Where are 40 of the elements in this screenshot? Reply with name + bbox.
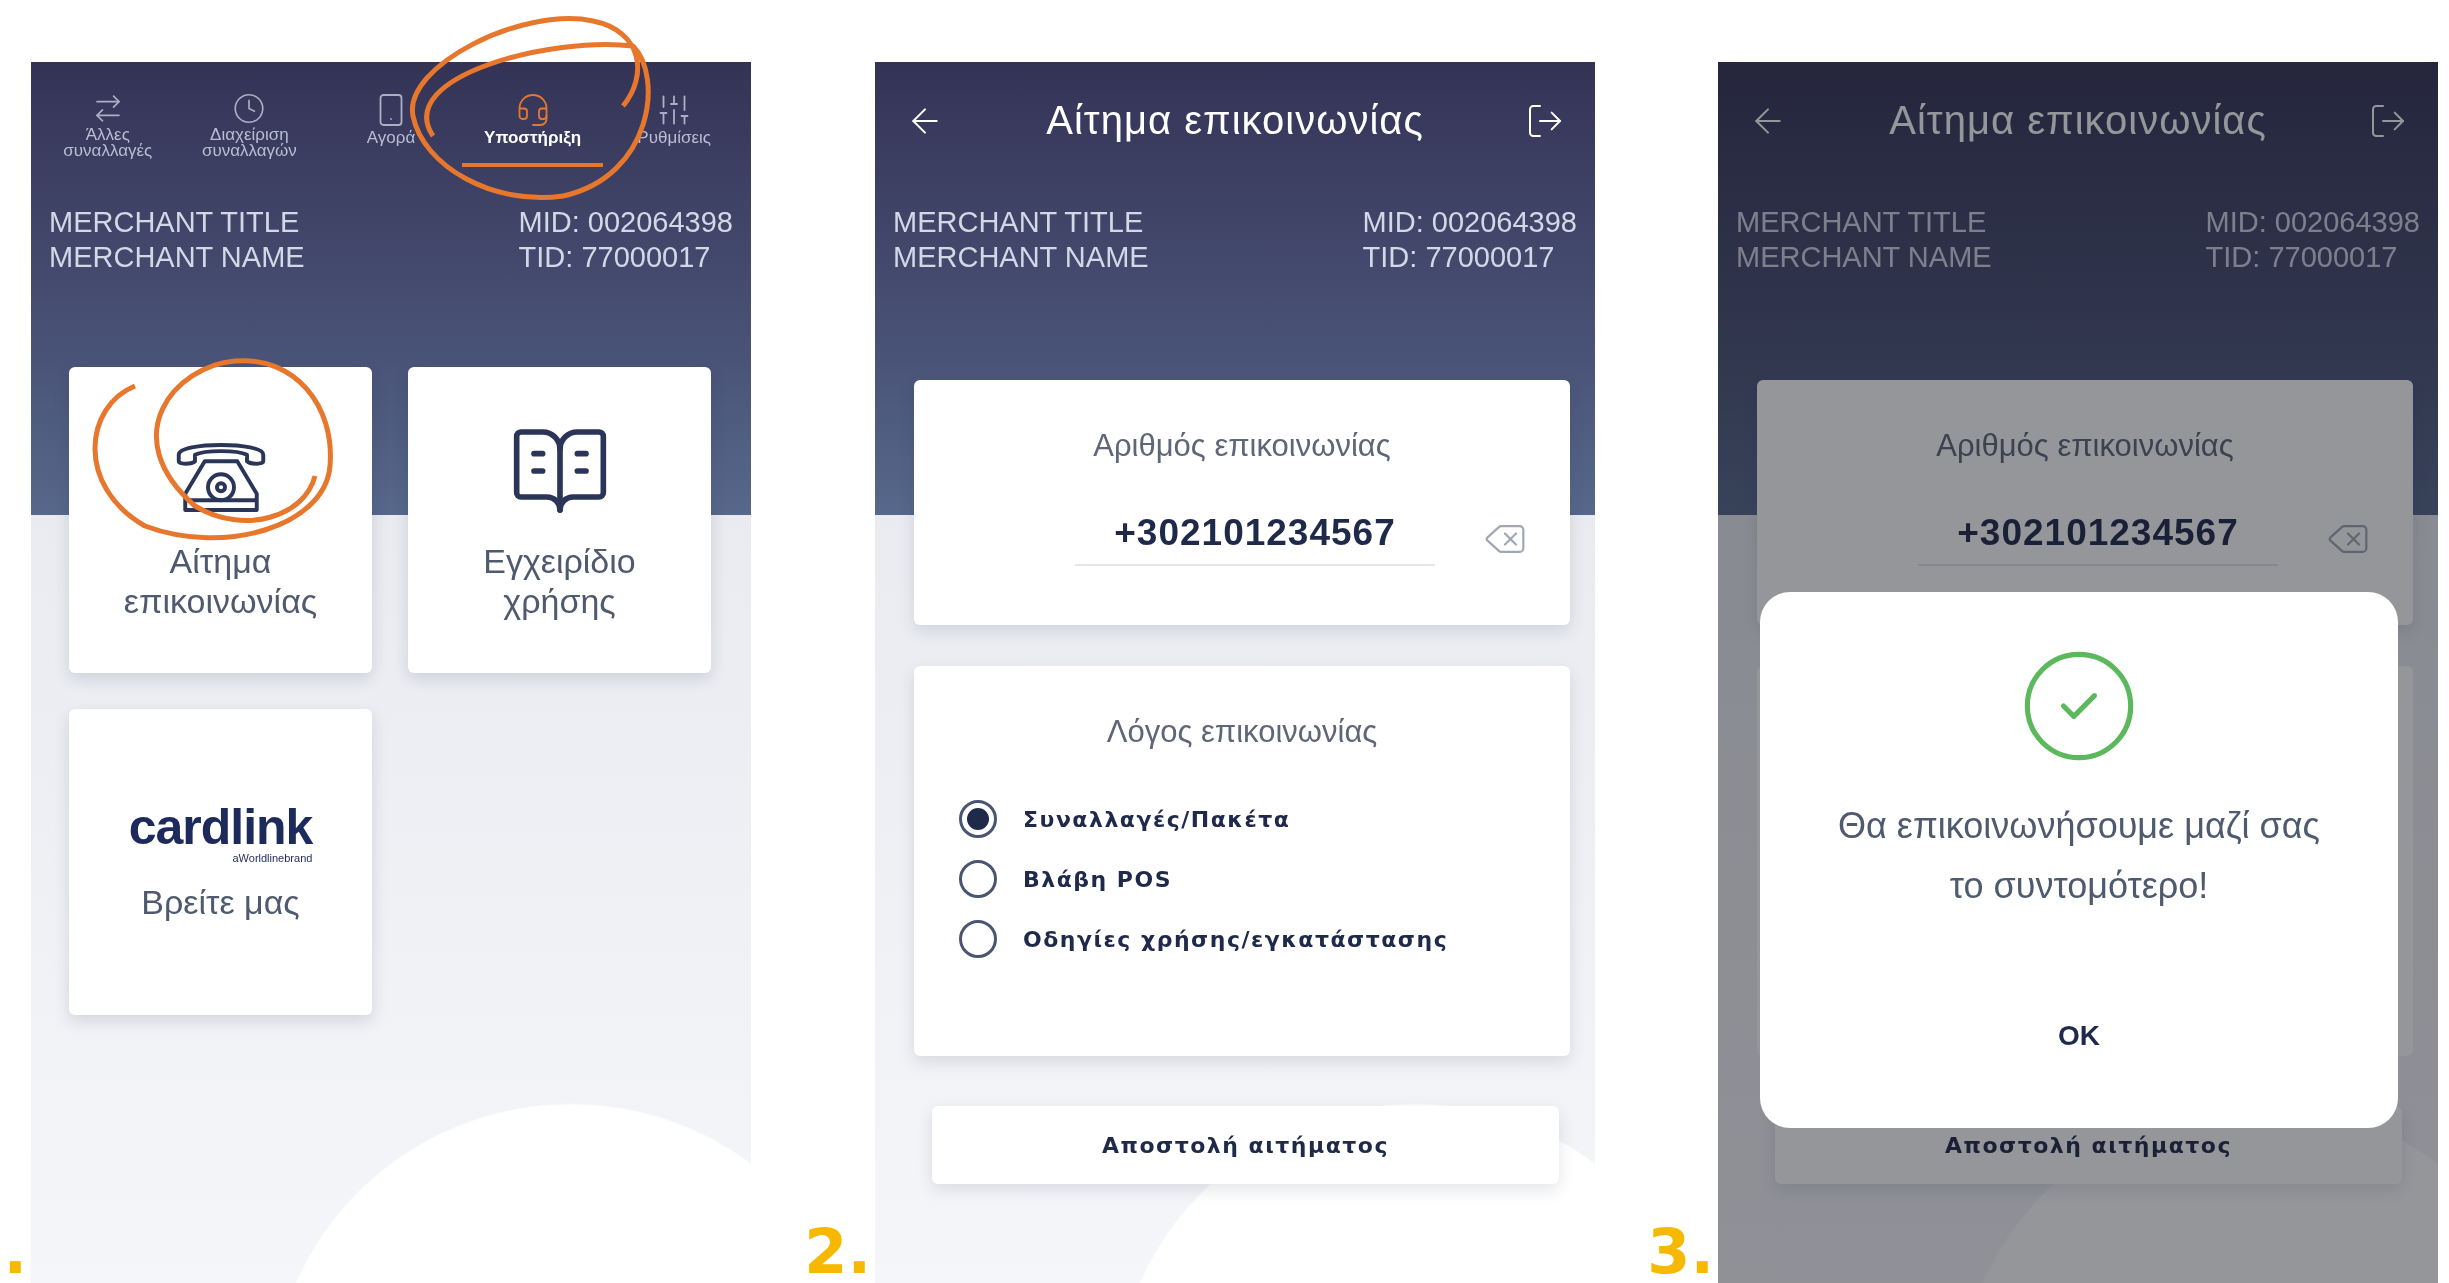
merchant-title: MERCHANT TITLE bbox=[49, 205, 301, 240]
merchant-title: MERCHANT TITLE bbox=[893, 205, 1145, 240]
phone-label: Αριθμός επικοινωνίας bbox=[1093, 428, 1391, 464]
merchant-mid: MID: 002064398 bbox=[2205, 205, 2420, 240]
ok-button[interactable]: OK bbox=[2038, 1012, 2120, 1060]
merchant-title: MERCHANT TITLE bbox=[1736, 205, 1988, 240]
merchant-tid: TID: 77000017 bbox=[518, 240, 712, 275]
radio-label: Οδηγίες χρήσης/εγκατάστασης bbox=[1023, 926, 1449, 952]
merchant-mid: MID: 002064398 bbox=[1362, 205, 1577, 240]
nav-tab[interactable]: Διαχείριση συναλλαγών bbox=[178, 92, 321, 167]
nav-tab[interactable]: Άλλες συναλλαγές bbox=[37, 92, 179, 167]
reason-label: Λόγος επικοινωνίας bbox=[1106, 714, 1378, 750]
step-number: . bbox=[3, 1221, 27, 1283]
nav-tab[interactable]: Ρυθμίσεις bbox=[603, 92, 745, 167]
screen-title: Αίτημα επικοινωνίας bbox=[1889, 98, 2267, 143]
phone-input-field[interactable]: +302101234567 bbox=[1075, 512, 1435, 566]
merchant-name: MERCHANT NAME bbox=[1736, 240, 1992, 275]
dialog-message: Θα επικοινωνήσουμε μαζί σας το συντομότερο! bbox=[1837, 804, 2321, 908]
radio-button[interactable] bbox=[959, 800, 997, 838]
step-number: 3. bbox=[1647, 1221, 1714, 1283]
menu-tile[interactable]: Αίτημα επικοινωνίας bbox=[69, 367, 372, 673]
radio-label: Βλάβη POS bbox=[1023, 866, 1173, 892]
menu-tile[interactable]: cardlink aWorldlinebrand Βρείτε μας bbox=[69, 709, 372, 1015]
nav-tab[interactable]: Αγορά bbox=[320, 92, 462, 167]
merchant-tid: TID: 77000017 bbox=[1362, 240, 1556, 275]
brand-logo: cardlink aWorldlinebrand bbox=[128, 802, 313, 864]
radio-button[interactable] bbox=[959, 920, 997, 958]
step-number: 2. bbox=[804, 1221, 871, 1283]
merchant-tid: TID: 77000017 bbox=[2205, 240, 2399, 275]
merchant-name: MERCHANT NAME bbox=[49, 240, 305, 275]
radio-label: Συναλλαγές/Πακέτα bbox=[1023, 806, 1291, 832]
merchant-mid: MID: 002064398 bbox=[518, 205, 733, 240]
merchant-name: MERCHANT NAME bbox=[893, 240, 1149, 275]
menu-tile[interactable]: Εγχειρίδιο χρήσης bbox=[408, 367, 711, 673]
radio-button[interactable] bbox=[959, 860, 997, 898]
screen-title: Αίτημα επικοινωνίας bbox=[1046, 98, 1424, 143]
nav-tab[interactable]: Υποστήριξη bbox=[461, 92, 604, 167]
phone-label: Αριθμός επικοινωνίας bbox=[1936, 428, 2234, 464]
submit-button[interactable]: Αποστολή αιτήματος bbox=[932, 1106, 1559, 1184]
phone-input-field[interactable]: +302101234567 bbox=[1918, 512, 2278, 566]
